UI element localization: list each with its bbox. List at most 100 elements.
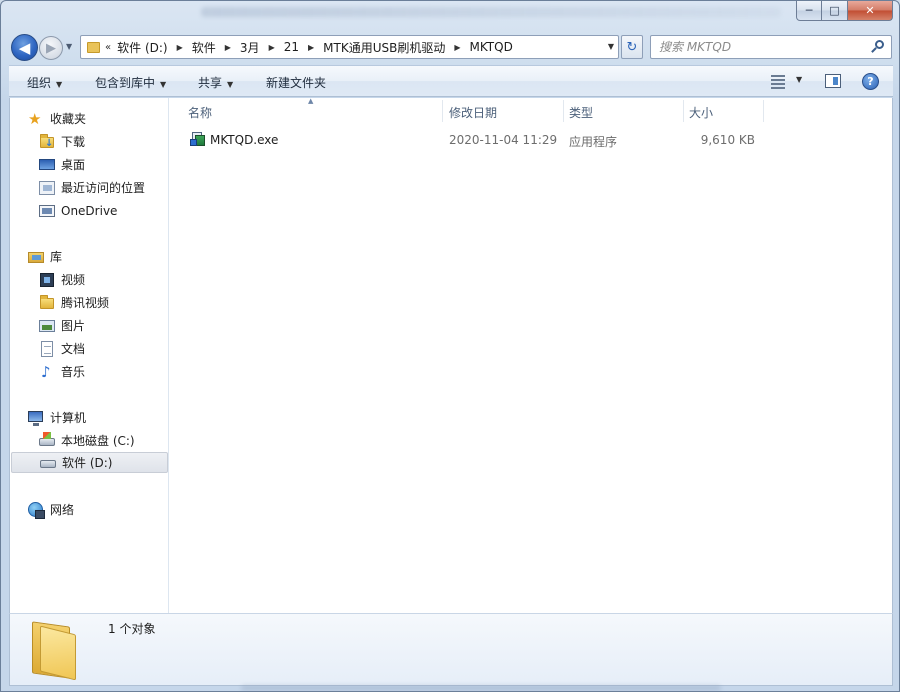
- sidebar-item-label: 最近访问的位置: [61, 181, 146, 195]
- column-date-modified[interactable]: 修改日期: [449, 98, 563, 123]
- help-icon[interactable]: ?: [862, 73, 879, 90]
- sidebar-libraries-label: 库: [50, 250, 63, 264]
- back-button[interactable]: ◀: [11, 34, 38, 61]
- breadcrumb-separator-icon[interactable]: ▶: [308, 43, 314, 52]
- address-history-dropdown-icon[interactable]: ▼: [608, 42, 614, 51]
- chevron-down-icon: ▼: [227, 80, 234, 89]
- breadcrumb-separator-icon[interactable]: ▶: [269, 43, 275, 52]
- computer-icon: [28, 410, 44, 426]
- sidebar-item-label: 腾讯视频: [61, 296, 110, 310]
- sidebar-computer-label: 计算机: [50, 411, 87, 425]
- recent-places-icon: [39, 180, 55, 196]
- search-box[interactable]: [650, 35, 892, 59]
- recent-pages-dropdown-icon[interactable]: ▼: [66, 42, 72, 51]
- column-divider[interactable]: [563, 100, 564, 122]
- organize-menu[interactable]: 组织 ▼: [27, 74, 62, 91]
- address-bar[interactable]: « 软件 (D:) ▶ 软件 ▶ 3月 ▶ 21 ▶ MTK通用USB刷机驱动 …: [80, 35, 619, 59]
- sidebar-libraries[interactable]: 库: [28, 246, 186, 267]
- include-in-library-menu[interactable]: 包含到库中 ▼: [95, 74, 166, 91]
- sidebar-computer[interactable]: 计算机: [28, 407, 186, 428]
- document-icon: [39, 340, 55, 357]
- sidebar-item-label: 文档: [61, 342, 86, 356]
- breadcrumb-march[interactable]: 3月: [240, 39, 260, 56]
- breadcrumb-mtk-driver[interactable]: MTK通用USB刷机驱动: [323, 39, 445, 56]
- details-pane: 1 个对象: [9, 613, 893, 686]
- share-label: 共享: [198, 76, 223, 90]
- folder-icon: [39, 294, 55, 311]
- navigation-pane[interactable]: ★ 收藏夹 ↓ 下载 桌面 最近访问的位置 OneDrive 库 视频 腾讯视频…: [10, 98, 169, 613]
- downloads-folder-icon: ↓: [39, 133, 55, 150]
- blurred-title-background: [201, 7, 781, 17]
- file-type: 应用程序: [569, 135, 618, 149]
- share-menu[interactable]: 共享 ▼: [198, 74, 233, 91]
- breadcrumb-separator-icon[interactable]: ▶: [177, 43, 183, 52]
- file-size: 9,610 KB: [700, 133, 755, 147]
- column-divider[interactable]: [442, 100, 443, 122]
- view-options-dropdown-icon[interactable]: ▼: [796, 75, 802, 84]
- address-overflow-button[interactable]: «: [105, 42, 111, 53]
- library-icon: [28, 249, 44, 265]
- organize-label: 组织: [27, 76, 52, 90]
- change-view-icon[interactable]: [771, 75, 789, 89]
- system-drive-icon: [39, 431, 55, 449]
- command-bar: 组织 ▼ 包含到库中 ▼ 共享 ▼ 新建文件夹 ▼ ?: [9, 65, 893, 97]
- sidebar-item-drive-d[interactable]: 软件 (D:): [11, 452, 168, 473]
- search-icon[interactable]: [871, 40, 885, 54]
- application-exe-icon: [190, 131, 206, 147]
- sidebar-network-label: 网络: [50, 503, 75, 517]
- refresh-button[interactable]: ↻: [621, 35, 643, 59]
- caption-buttons: ─ □ ✕: [796, 1, 893, 21]
- explorer-window: ─ □ ✕ ◀ ▶ ▼ « 软件 (D:) ▶ 软件 ▶ 3月 ▶ 21 ▶ M…: [0, 0, 900, 692]
- file-name[interactable]: MKTQD.exe: [210, 133, 278, 147]
- network-icon: [28, 501, 45, 519]
- breadcrumb-separator-icon[interactable]: ▶: [225, 43, 231, 52]
- preview-pane-icon[interactable]: [825, 74, 841, 88]
- column-name[interactable]: 名称: [188, 98, 442, 123]
- breadcrumb-drive-d[interactable]: 软件 (D:): [117, 39, 167, 56]
- chevron-down-icon: ▼: [160, 80, 167, 89]
- folder-icon: [86, 40, 100, 54]
- sidebar-item-label: 视频: [61, 273, 86, 287]
- sidebar-item-label: 图片: [61, 319, 86, 333]
- minimize-button[interactable]: ─: [796, 1, 822, 21]
- new-folder-label: 新建文件夹: [266, 76, 327, 90]
- selection-summary: 1 个对象: [108, 622, 156, 636]
- video-icon: [39, 272, 55, 288]
- onedrive-icon: [39, 203, 55, 219]
- column-size[interactable]: 大小: [689, 98, 763, 123]
- breadcrumb-mktqd[interactable]: MKTQD: [470, 40, 513, 54]
- sidebar-item-label: 软件 (D:): [62, 456, 113, 470]
- sidebar-favorites-label: 收藏夹: [50, 112, 87, 126]
- search-input[interactable]: [659, 40, 859, 54]
- breadcrumb-21[interactable]: 21: [284, 40, 299, 54]
- sidebar-item-label: 下载: [61, 135, 86, 149]
- chevron-down-icon: ▼: [56, 80, 63, 89]
- close-button[interactable]: ✕: [848, 1, 893, 21]
- file-row[interactable]: MKTQD.exe 2020-11-04 11:29 应用程序 9,610 KB: [170, 129, 892, 151]
- column-divider[interactable]: [763, 100, 764, 122]
- picture-icon: [39, 318, 55, 334]
- desktop-icon: [39, 157, 55, 173]
- forward-button[interactable]: ▶: [39, 36, 63, 60]
- maximize-button[interactable]: □: [822, 1, 848, 21]
- column-divider[interactable]: [683, 100, 684, 122]
- file-list[interactable]: ▲ 名称 修改日期 类型 大小 MKTQD.exe 2020-11-04 11:…: [170, 97, 892, 613]
- title-bar[interactable]: ─ □ ✕: [1, 1, 899, 31]
- folder-icon: [30, 620, 80, 681]
- breadcrumb-separator-icon[interactable]: ▶: [454, 43, 460, 52]
- sidebar-item-label: 本地磁盘 (C:): [61, 434, 135, 448]
- blurred-taskbar-background: [241, 685, 721, 691]
- music-note-icon: ♪: [41, 362, 51, 381]
- include-in-library-label: 包含到库中: [95, 76, 156, 90]
- sidebar-network[interactable]: 网络: [28, 499, 186, 520]
- navigation-bar: ◀ ▶ ▼ « 软件 (D:) ▶ 软件 ▶ 3月 ▶ 21 ▶ MTK通用US…: [9, 33, 893, 61]
- sidebar-item-label: OneDrive: [61, 203, 118, 218]
- sidebar-item-label: 音乐: [61, 365, 86, 379]
- column-header: ▲ 名称 修改日期 类型 大小: [170, 97, 892, 123]
- main-content: ★ 收藏夹 ↓ 下载 桌面 最近访问的位置 OneDrive 库 视频 腾讯视频…: [9, 97, 893, 613]
- breadcrumb-software[interactable]: 软件: [192, 39, 216, 56]
- column-type[interactable]: 类型: [569, 98, 683, 123]
- new-folder-button[interactable]: 新建文件夹: [266, 74, 326, 91]
- file-date-modified: 2020-11-04 11:29: [449, 133, 558, 147]
- sidebar-favorites[interactable]: ★ 收藏夹: [28, 108, 186, 129]
